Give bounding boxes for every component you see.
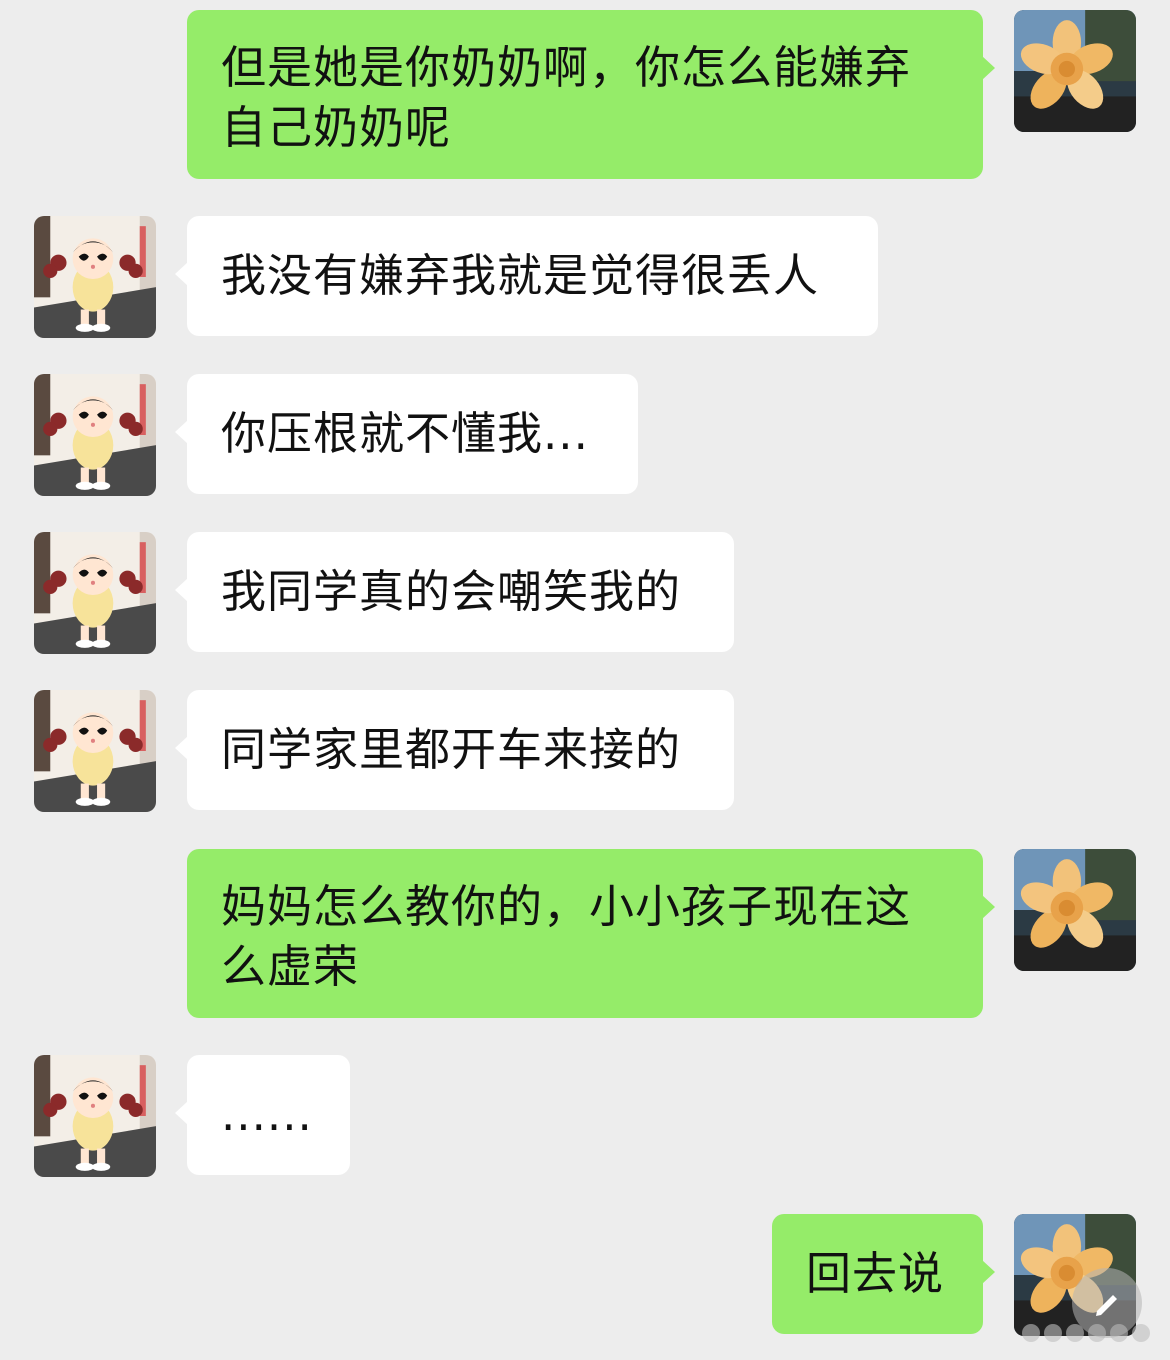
chat-area[interactable]: 但是她是你奶奶啊，你怎么能嫌弃 自己奶奶呢 我没有嫌弃我就是觉得很丢人 你压根就…	[0, 0, 1170, 1360]
sunflower-icon	[1014, 10, 1136, 132]
message-bubble-received[interactable]: 我没有嫌弃我就是觉得很丢人	[175, 216, 878, 336]
watermark-badge	[1072, 1268, 1142, 1338]
cartoon-girl-avatar[interactable]	[34, 216, 156, 338]
cartoon-girl-icon	[34, 216, 156, 338]
message-bubble-received[interactable]: 我同学真的会嘲笑我的	[175, 532, 734, 652]
pencil-icon	[1096, 1295, 1117, 1316]
message-bubble-sent[interactable]: 妈妈怎么教你的，小小孩子现在这 么虚荣	[187, 849, 995, 1018]
message-bubble-sent[interactable]: 回去说	[772, 1214, 995, 1334]
cartoon-girl-avatar[interactable]	[34, 1055, 156, 1177]
sunflower-icon	[1014, 849, 1136, 971]
cartoon-girl-icon	[34, 532, 156, 654]
message-bubble-received[interactable]: 你压根就不懂我...	[175, 374, 638, 494]
message-bubble-received[interactable]: ......	[175, 1055, 350, 1175]
cartoon-girl-avatar[interactable]	[34, 690, 156, 812]
cartoon-girl-avatar[interactable]	[34, 374, 156, 496]
cartoon-girl-icon	[34, 374, 156, 496]
sunflower-avatar[interactable]	[1014, 10, 1136, 132]
message-bubble-sent[interactable]: 但是她是你奶奶啊，你怎么能嫌弃 自己奶奶呢	[187, 10, 995, 179]
sunflower-avatar[interactable]	[1014, 849, 1136, 971]
cartoon-girl-avatar[interactable]	[34, 532, 156, 654]
message-bubble-received[interactable]: 同学家里都开车来接的	[175, 690, 734, 810]
cartoon-girl-icon	[34, 1055, 156, 1177]
cartoon-girl-icon	[34, 690, 156, 812]
